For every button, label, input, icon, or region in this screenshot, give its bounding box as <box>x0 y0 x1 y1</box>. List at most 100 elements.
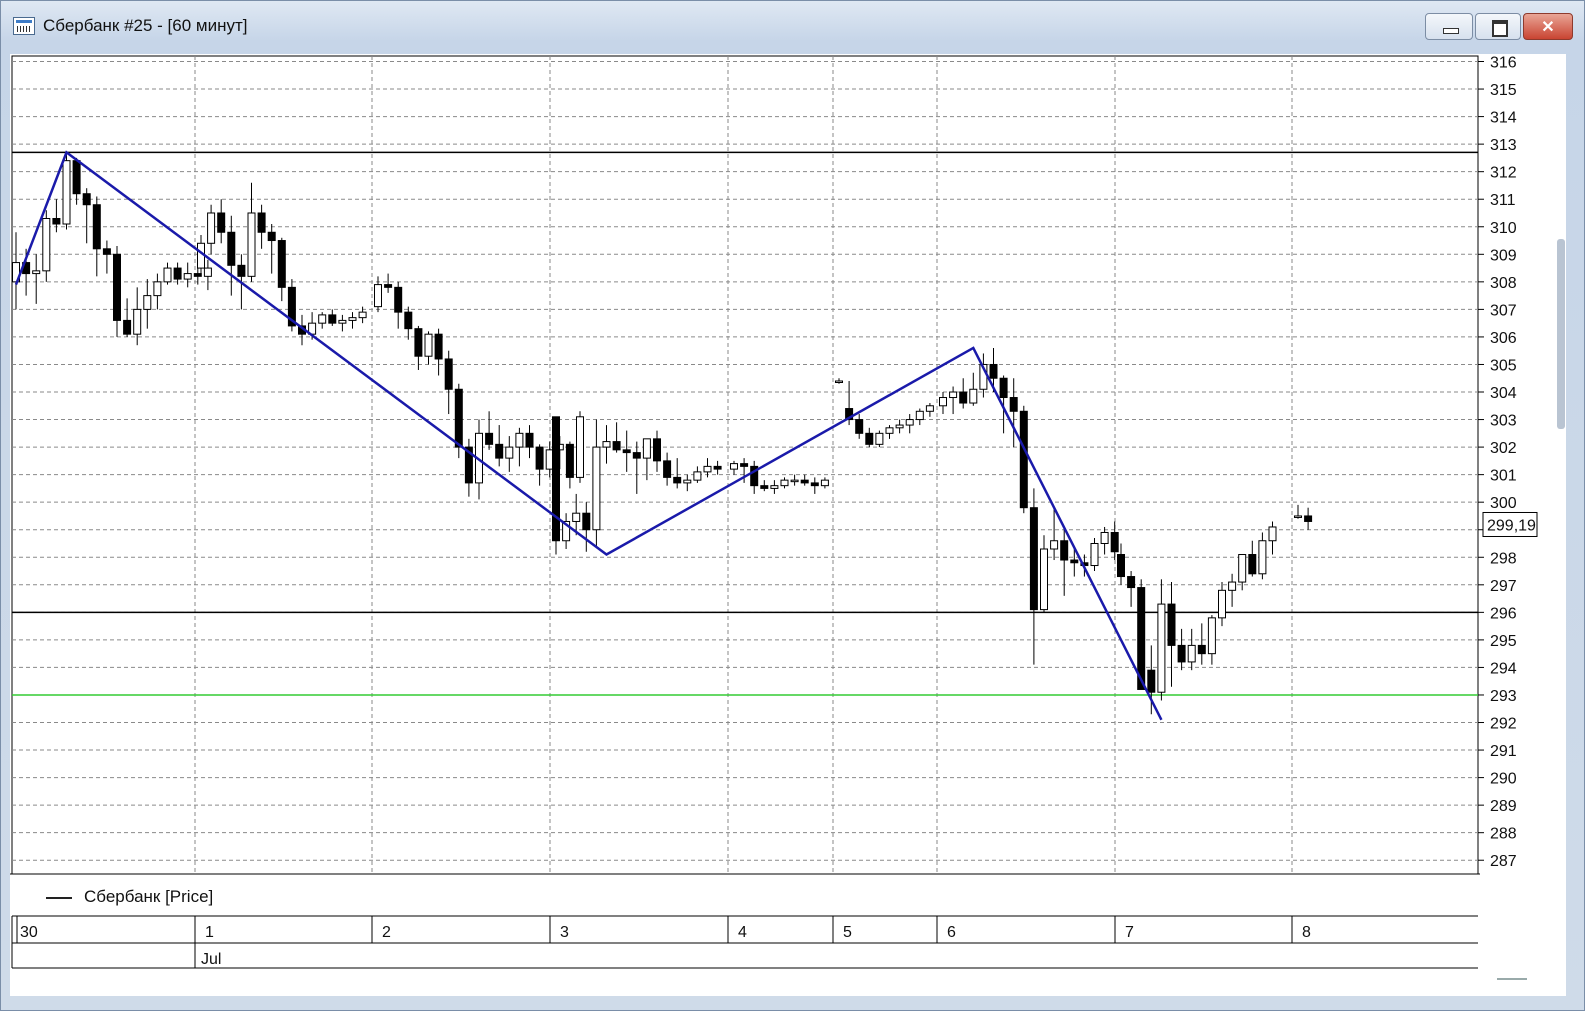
candle-body <box>358 311 367 319</box>
candle-body <box>820 479 829 487</box>
candle-body <box>939 397 947 407</box>
chart-area[interactable]: 287 288 289 290 291 292 293 294 295 296 297 298 300 3… <box>10 54 1566 996</box>
y-tick-label: 312 <box>1490 165 1517 182</box>
candle-body <box>1019 410 1028 509</box>
y-tick-label: 290 <box>1490 771 1517 788</box>
candle-body <box>52 217 61 225</box>
candle-body <box>576 416 584 478</box>
current-price-label: 299,19 <box>1487 517 1536 534</box>
candle-body <box>740 463 749 467</box>
candle-body <box>227 231 236 266</box>
y-tick-label: 305 <box>1490 357 1517 374</box>
candle-body <box>454 388 463 448</box>
y-tick-label: 294 <box>1490 660 1517 677</box>
candle-body <box>663 460 672 478</box>
candle-body <box>434 333 443 360</box>
title-bar[interactable]: Сбербанк #25 - [60 минут] ✕ <box>1 1 1584 53</box>
resize-grip-icon[interactable] <box>1497 978 1527 980</box>
candle-body <box>683 479 692 484</box>
candle-body <box>1187 644 1196 663</box>
candle-body <box>217 212 226 233</box>
candle-body <box>703 465 712 473</box>
candle-body <box>865 432 874 445</box>
y-tick-label: 293 <box>1490 688 1517 705</box>
candle-body <box>183 273 192 280</box>
y-tick-label: 288 <box>1490 826 1517 843</box>
minimize-icon <box>1443 28 1459 34</box>
candle-body <box>780 479 789 487</box>
candle-body <box>495 443 504 459</box>
candle-body <box>770 485 779 489</box>
candle-body <box>653 438 661 462</box>
y-tick-label: 298 <box>1490 550 1517 567</box>
candle-body <box>535 446 544 470</box>
candle-body <box>163 267 172 283</box>
candle-body <box>32 270 41 275</box>
y-tick-label: 307 <box>1490 302 1517 319</box>
chart-app-icon <box>13 17 35 35</box>
candle-body <box>207 212 216 244</box>
candle-body <box>237 264 246 277</box>
x-day-label: 30 <box>20 924 38 941</box>
candle-body <box>267 231 276 242</box>
legend: Сбербанк [Price] <box>46 887 213 907</box>
candle-body <box>394 286 403 313</box>
y-tick-label: 311 <box>1490 192 1516 209</box>
candle-body <box>1157 603 1166 693</box>
candle-body <box>1060 540 1069 561</box>
candle-body <box>612 441 621 451</box>
candle-body <box>642 438 651 459</box>
candle-body <box>592 446 601 531</box>
y-tick-label: 308 <box>1490 275 1517 292</box>
minimize-button[interactable] <box>1425 13 1473 40</box>
vertical-scroll-thumb[interactable] <box>1557 239 1565 429</box>
close-button[interactable]: ✕ <box>1523 13 1573 40</box>
x-month-label: Jul <box>201 951 221 968</box>
candle-body <box>153 281 162 297</box>
candle-body <box>1304 515 1313 522</box>
candle-body <box>348 317 357 321</box>
candle-body <box>42 217 51 272</box>
candle-body <box>203 267 212 277</box>
legend-label: Сбербанк [Price] <box>84 887 214 906</box>
candle-body <box>1029 507 1038 611</box>
y-tick-label: 292 <box>1490 716 1517 733</box>
y-tick-label: 309 <box>1490 247 1517 264</box>
candle-body <box>62 160 71 225</box>
window-title: Сбербанк #25 - [60 минут] <box>43 16 248 35</box>
x-day-label: 6 <box>947 924 956 941</box>
x-day-label: 1 <box>205 924 214 941</box>
candle-body <box>790 479 799 483</box>
price-chart-svg[interactable]: 2872882892902912922932942952962972983003… <box>10 54 1566 996</box>
maximize-button[interactable] <box>1475 13 1521 40</box>
candle-body <box>572 512 581 522</box>
y-tick-label: 313 <box>1490 137 1517 154</box>
candle-body <box>143 295 152 310</box>
candle-body <box>193 273 202 277</box>
candle-body <box>999 377 1008 399</box>
x-day-label: 2 <box>382 924 391 941</box>
candle-body <box>730 463 738 470</box>
candle-body <box>133 308 142 335</box>
candle-body <box>374 284 382 308</box>
y-tick-label: 295 <box>1490 633 1517 650</box>
x-day-label: 4 <box>738 924 747 941</box>
candle-body <box>102 248 111 255</box>
y-tick-label: 301 <box>1490 468 1517 485</box>
candle-body <box>713 465 722 470</box>
candle-body <box>328 314 337 324</box>
candle-body <box>1117 554 1125 578</box>
y-tick-label: 303 <box>1490 413 1517 430</box>
y-tick-label: 300 <box>1490 495 1517 512</box>
candle-body <box>1127 576 1136 589</box>
candle-body <box>82 193 91 206</box>
y-tick-label: 310 <box>1490 220 1517 237</box>
close-icon: ✕ <box>1541 19 1555 36</box>
candle-body <box>1070 559 1079 564</box>
candle-body <box>602 441 611 448</box>
candle-body <box>1167 603 1176 646</box>
candle-body <box>485 432 494 445</box>
candle-body <box>277 240 286 288</box>
candle-body <box>1248 554 1257 575</box>
y-tick-label: 302 <box>1490 440 1517 457</box>
